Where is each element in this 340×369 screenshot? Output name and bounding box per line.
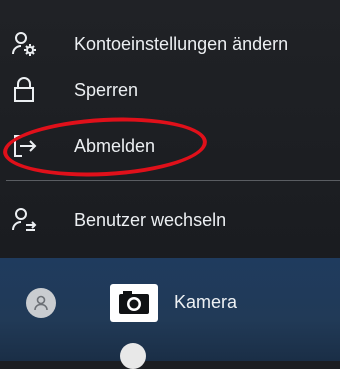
camera-icon[interactable] (110, 284, 158, 322)
menu-item-label: Benutzer wechseln (74, 209, 227, 230)
menu-item-switch-user[interactable]: Benutzer wechseln (0, 198, 340, 242)
lock-icon (10, 76, 38, 104)
menu-divider (6, 180, 340, 181)
menu-item-account-settings[interactable]: Kontoeinstellungen ändern (0, 22, 340, 66)
user-avatar[interactable] (26, 288, 56, 318)
app-label-camera[interactable]: Kamera (174, 292, 237, 313)
switch-user-icon (10, 206, 38, 234)
app-icon-partial[interactable] (120, 343, 146, 369)
menu-item-lock[interactable]: Sperren (0, 68, 340, 112)
red-highlight-circle (1, 112, 209, 182)
menu-item-label: Sperren (74, 79, 139, 100)
menu-item-label: Kontoeinstellungen ändern (74, 33, 289, 54)
account-menu: Kontoeinstellungen ändern Sperren Abmeld… (0, 0, 340, 258)
account-settings-icon (10, 30, 38, 58)
